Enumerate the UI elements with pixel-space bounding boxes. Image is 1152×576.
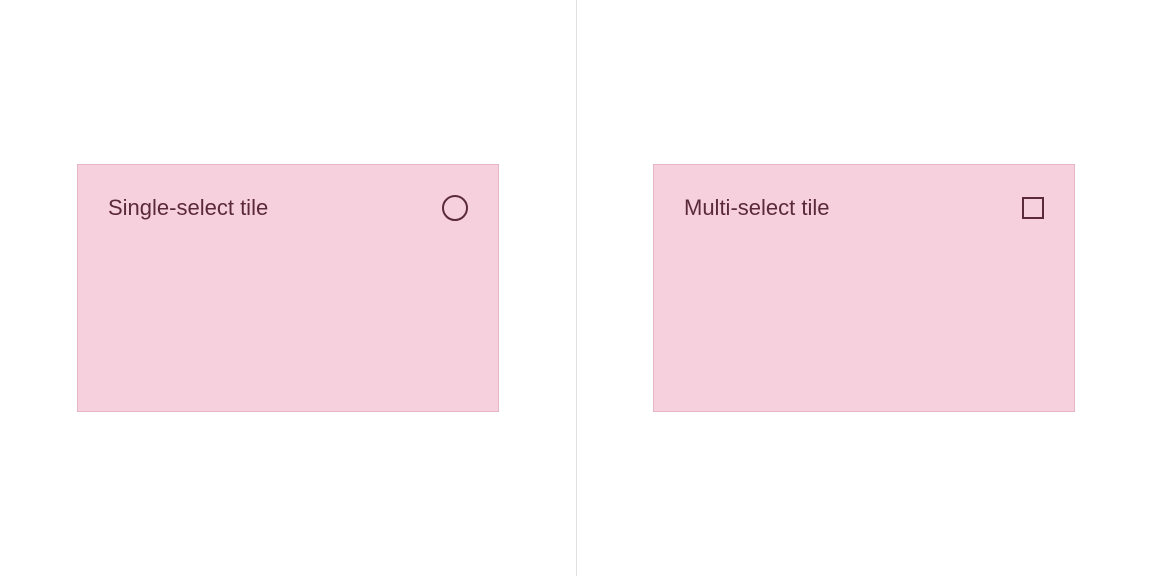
right-panel: Multi-select tile xyxy=(576,0,1152,576)
tile-header: Multi-select tile xyxy=(684,195,1044,221)
radio-icon[interactable] xyxy=(442,195,468,221)
tile-header: Single-select tile xyxy=(108,195,468,221)
left-panel: Single-select tile xyxy=(0,0,576,576)
multi-select-tile[interactable]: Multi-select tile xyxy=(653,164,1075,412)
vertical-divider xyxy=(576,0,577,576)
tile-label: Multi-select tile xyxy=(684,195,829,221)
tile-label: Single-select tile xyxy=(108,195,268,221)
single-select-tile[interactable]: Single-select tile xyxy=(77,164,499,412)
checkbox-icon[interactable] xyxy=(1022,197,1044,219)
